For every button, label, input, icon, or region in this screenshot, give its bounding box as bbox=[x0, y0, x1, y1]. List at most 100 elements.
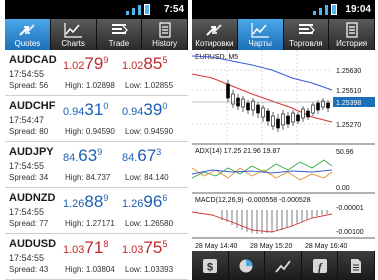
quote-spread: Spread: 77 bbox=[9, 219, 49, 228]
quote-ask: 1.02855 bbox=[122, 54, 167, 74]
quote-row-3[interactable]: AUDNZD 17:54:55 Spread: 77 1.26889 1.269… bbox=[5, 188, 188, 234]
price-tick: 1.25270 bbox=[336, 122, 361, 129]
time-axis: 28 May 14:40 28 May 15:20 28 May 16:40 bbox=[195, 243, 348, 250]
chart-area[interactable]: EURUSD, M5 1.25630 1.25510 1.25398 1.252… bbox=[192, 50, 375, 251]
status-time: 7:54 bbox=[163, 4, 184, 15]
ask-prefix: 1.02 bbox=[122, 60, 144, 72]
ask-pips: 67 bbox=[137, 146, 157, 165]
quote-bid: 1.26889 bbox=[63, 192, 108, 212]
status-bar: 7:54 bbox=[5, 0, 188, 19]
quote-low: Low: 84.140 bbox=[125, 173, 169, 182]
time-tick: 28 May 15:20 bbox=[250, 243, 293, 250]
quote-symbol: AUDCHF bbox=[9, 100, 56, 112]
quotes-screen: 7:54 Quotes Charts Trade History AUDCAD … bbox=[5, 0, 188, 280]
quote-symbol: AUDNZD bbox=[9, 192, 56, 204]
adx-axis-tick: 50.96 bbox=[336, 149, 354, 156]
quote-time: 17:54:55 bbox=[9, 69, 45, 79]
document-icon bbox=[351, 258, 362, 273]
bid-pips: 63 bbox=[78, 146, 98, 165]
adx-axis-tick: 0.00 bbox=[336, 185, 350, 192]
macd-label: MACD(12,26,9) -0.000558 -0.000528 bbox=[195, 197, 311, 204]
document-button[interactable] bbox=[338, 251, 375, 280]
price-tick: 1.25630 bbox=[336, 68, 361, 75]
signal-icon bbox=[313, 4, 337, 15]
macd-axis-tick: -0.00001 bbox=[336, 205, 364, 212]
tab-quotes[interactable]: Котировки bbox=[192, 19, 238, 50]
adx-label: ADX(14) 17.25 21.96 19.87 bbox=[195, 148, 280, 155]
quote-high: High: 84.737 bbox=[65, 173, 111, 182]
tab-quotes[interactable]: Quotes bbox=[5, 19, 51, 50]
svg-text:$: $ bbox=[207, 261, 213, 273]
battery-icon bbox=[331, 4, 337, 15]
chart-svg[interactable]: EURUSD, M5 1.25630 1.25510 1.25398 1.252… bbox=[192, 50, 375, 251]
tab-history[interactable]: История bbox=[329, 19, 375, 50]
tab-label: История bbox=[336, 39, 368, 48]
status-bar: 19:04 bbox=[192, 0, 375, 19]
history-icon bbox=[346, 22, 358, 38]
quote-low: Low: 1.02855 bbox=[125, 81, 174, 90]
ask-fraction: 3 bbox=[156, 147, 162, 157]
trend-line-button[interactable] bbox=[265, 251, 302, 280]
quote-high: High: 1.02898 bbox=[65, 81, 115, 90]
quote-high: High: 0.94590 bbox=[65, 127, 115, 136]
indicators-button[interactable] bbox=[229, 251, 266, 280]
tab-bar: Котировки Чарты Торговля История bbox=[192, 19, 375, 50]
tab-charts[interactable]: Charts bbox=[51, 19, 97, 50]
bid-prefix: 0.94 bbox=[63, 106, 85, 118]
ask-fraction: 6 bbox=[162, 193, 168, 203]
ask-prefix: 84. bbox=[122, 152, 138, 164]
ask-prefix: 1.26 bbox=[122, 198, 144, 210]
quote-bid: 1.03718 bbox=[63, 238, 108, 258]
tab-trade[interactable]: Торговля bbox=[284, 19, 330, 50]
time-tick: 28 May 14:40 bbox=[195, 243, 238, 250]
trade-button[interactable]: $ bbox=[192, 251, 229, 280]
quote-spread: Spread: 56 bbox=[9, 81, 49, 90]
macd-axis-tick: -0.00100 bbox=[336, 229, 364, 236]
ask-fraction: 0 bbox=[162, 101, 168, 111]
tab-label: Торговля bbox=[289, 39, 323, 48]
pie-chart-icon bbox=[239, 259, 253, 272]
quote-bid: 84.639 bbox=[63, 146, 102, 166]
bid-prefix: 1.02 bbox=[63, 60, 85, 72]
dollar-icon: $ bbox=[202, 258, 217, 273]
quote-ask: 84.673 bbox=[122, 146, 161, 166]
charts-icon bbox=[251, 23, 270, 38]
ask-pips: 85 bbox=[143, 54, 163, 73]
quote-time: 17:54:55 bbox=[9, 161, 45, 171]
tab-label: Чарты bbox=[248, 39, 272, 48]
bid-fraction: 9 bbox=[97, 147, 103, 157]
bid-prefix: 84. bbox=[63, 152, 79, 164]
ask-pips: 39 bbox=[143, 100, 163, 119]
bid-pips: 88 bbox=[84, 192, 104, 211]
function-button[interactable]: f bbox=[302, 251, 339, 280]
trade-icon bbox=[111, 24, 128, 35]
quote-bid: 1.02799 bbox=[63, 54, 108, 74]
bid-fraction: 8 bbox=[103, 239, 109, 249]
tab-label: History bbox=[152, 39, 178, 48]
tab-trade[interactable]: Trade bbox=[97, 19, 143, 50]
chart-toolbar: $ f bbox=[192, 251, 375, 280]
trade-icon bbox=[298, 24, 315, 35]
quote-spread: Spread: 43 bbox=[9, 265, 49, 274]
time-tick: 28 May 16:40 bbox=[305, 243, 348, 250]
trend-line-icon bbox=[275, 259, 291, 273]
history-icon bbox=[159, 22, 171, 38]
tab-history[interactable]: History bbox=[142, 19, 188, 50]
current-price-label: 1.25398 bbox=[336, 100, 361, 107]
ask-fraction: 5 bbox=[162, 55, 168, 65]
tab-bar: Quotes Charts Trade History bbox=[5, 19, 188, 50]
quote-row-4[interactable]: AUDUSD 17:54:55 Spread: 43 1.03718 1.037… bbox=[5, 234, 188, 280]
quote-row-2[interactable]: AUDJPY 17:54:55 Spread: 34 84.639 84.673… bbox=[5, 142, 188, 188]
status-time: 19:04 bbox=[345, 4, 371, 15]
quote-time: 17:54:55 bbox=[9, 207, 45, 217]
charts-icon bbox=[64, 23, 83, 38]
ask-pips: 96 bbox=[143, 192, 163, 211]
tab-label: Quotes bbox=[14, 39, 41, 48]
bid-fraction: 9 bbox=[103, 55, 109, 65]
quote-high: High: 1.03804 bbox=[65, 265, 115, 274]
quote-spread: Spread: 34 bbox=[9, 173, 49, 182]
tab-charts[interactable]: Чарты bbox=[237, 19, 284, 50]
quotes-list: AUDCAD 17:54:55 Spread: 56 1.02799 1.028… bbox=[5, 50, 188, 280]
quote-row-1[interactable]: AUDCHF 17:54:47 Spread: 80 0.94310 0.943… bbox=[5, 96, 188, 142]
quote-row-0[interactable]: AUDCAD 17:54:55 Spread: 56 1.02799 1.028… bbox=[5, 50, 188, 96]
